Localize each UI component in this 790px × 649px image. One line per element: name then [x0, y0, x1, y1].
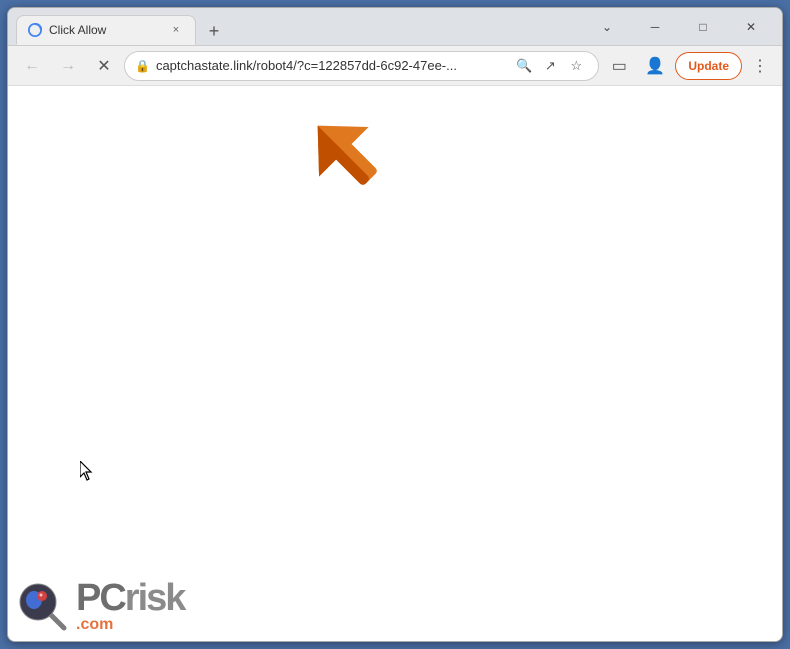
browser-window: Click Allow × + ⌄ ─ □ ✕ ← → ✕ 🔒 captchas…	[7, 7, 783, 642]
search-icon[interactable]: 🔍	[512, 54, 536, 78]
window-controls: ⌄ ─ □ ✕	[584, 11, 774, 43]
share-icon[interactable]: ↗	[538, 54, 562, 78]
tab-area: Click Allow × +	[16, 8, 576, 45]
back-button[interactable]: ←	[16, 50, 48, 82]
chevron-down-button[interactable]: ⌄	[584, 11, 630, 43]
address-bar[interactable]: 🔒 captchastate.link/robot4/?c=122857dd-6…	[124, 51, 599, 81]
tab-title: Click Allow	[49, 23, 161, 37]
mouse-cursor	[80, 461, 92, 479]
tab-favicon	[27, 22, 43, 38]
active-tab[interactable]: Click Allow ×	[16, 15, 196, 45]
profile-button[interactable]: 👤	[639, 50, 671, 82]
new-tab-button[interactable]: +	[200, 17, 228, 45]
reload-button[interactable]: ✕	[88, 50, 120, 82]
pcrisk-text: PCrisk .com	[76, 579, 184, 633]
bookmark-icon[interactable]: ☆	[564, 54, 588, 78]
tab-close-button[interactable]: ×	[167, 21, 185, 39]
pcrisk-watermark: PCrisk .com	[8, 571, 228, 641]
update-button[interactable]: Update	[675, 52, 742, 80]
minimize-button[interactable]: ─	[632, 11, 678, 43]
maximize-button[interactable]: □	[680, 11, 726, 43]
toolbar-right: ▭ 👤 Update ⋮	[603, 50, 774, 82]
sidebar-icon[interactable]: ▭	[603, 50, 635, 82]
lock-icon: 🔒	[135, 59, 150, 73]
close-button[interactable]: ✕	[728, 11, 774, 43]
menu-button[interactable]: ⋮	[746, 52, 774, 80]
pcrisk-logo-icon	[16, 580, 68, 632]
title-bar: Click Allow × + ⌄ ─ □ ✕	[8, 8, 782, 46]
page-content: PCrisk .com	[8, 86, 782, 641]
address-icons: 🔍 ↗ ☆	[512, 54, 588, 78]
forward-button[interactable]: →	[52, 50, 84, 82]
address-text: captchastate.link/robot4/?c=122857dd-6c9…	[156, 58, 506, 73]
toolbar: ← → ✕ 🔒 captchastate.link/robot4/?c=1228…	[8, 46, 782, 86]
